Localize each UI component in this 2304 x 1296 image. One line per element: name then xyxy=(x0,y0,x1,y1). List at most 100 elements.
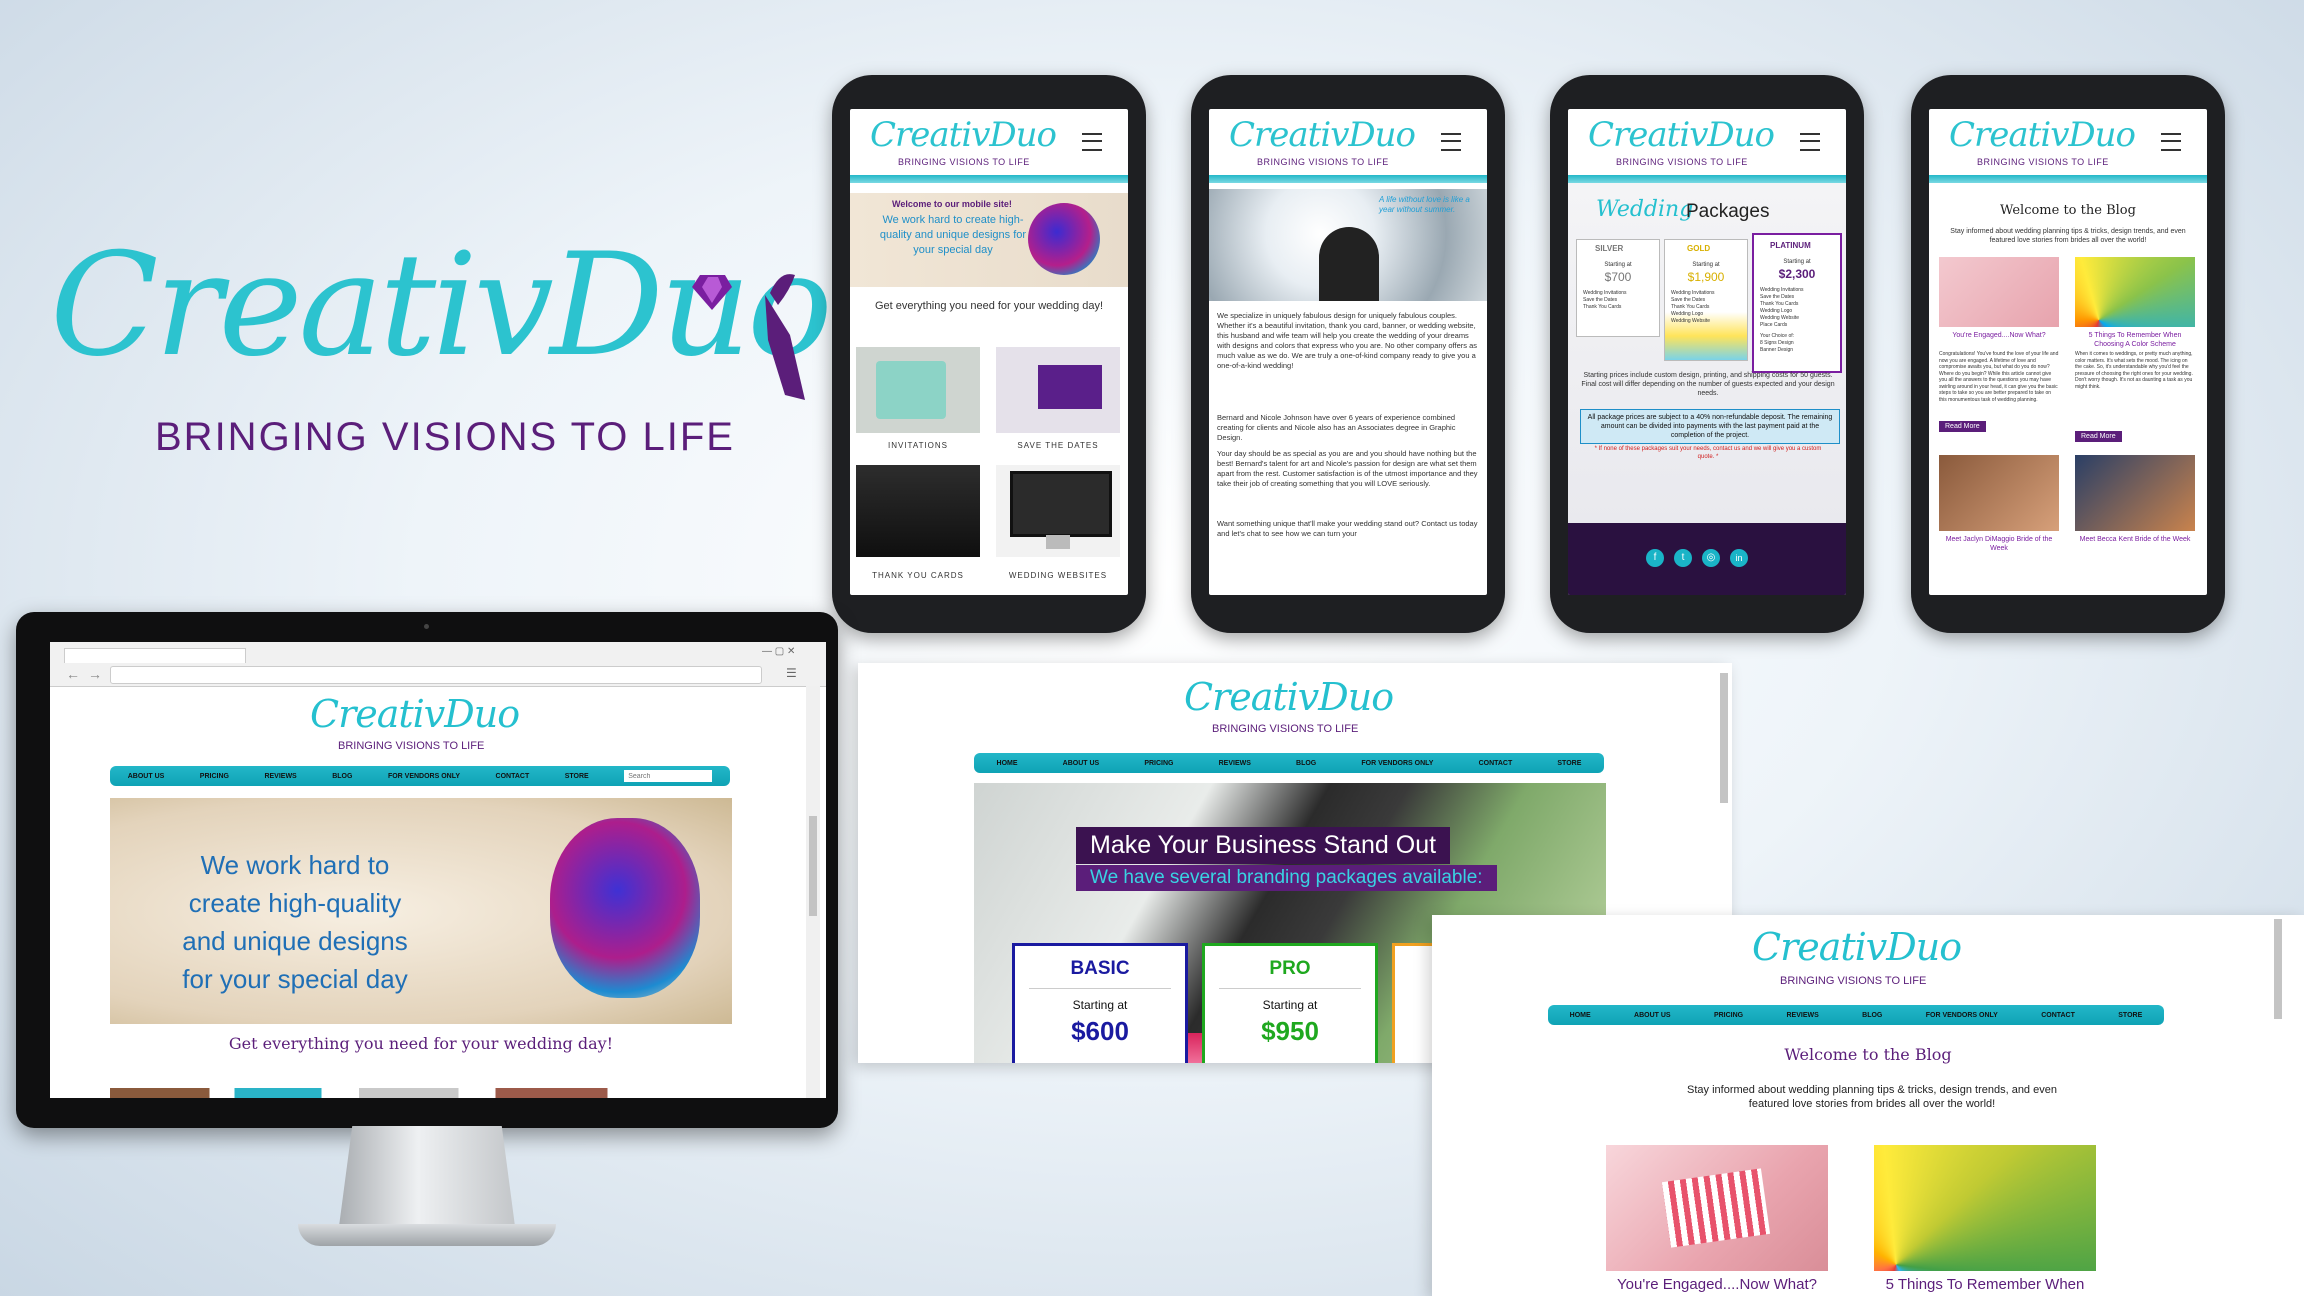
nav-item[interactable]: REVIEWS xyxy=(1219,760,1251,767)
tile-invitations[interactable] xyxy=(856,347,980,433)
phone-nav-bar xyxy=(1929,175,2207,183)
browser-chrome: ← → ☰ — ▢ ✕ xyxy=(50,642,826,687)
couple-photo: A life without love is like a year witho… xyxy=(1209,189,1487,301)
forward-arrow-icon[interactable]: → xyxy=(88,666,102,682)
phone-logo: CreativDuo xyxy=(1229,115,1416,155)
phone-tagline: BRINGING VISIONS TO LIFE xyxy=(898,157,1030,167)
scrollbar[interactable] xyxy=(806,686,820,1098)
brand-tagline: BRINGING VISIONS TO LIFE xyxy=(155,415,735,459)
tile-thank-you[interactable] xyxy=(856,465,980,557)
nav-item[interactable]: REVIEWS xyxy=(264,773,296,780)
monitor-stand xyxy=(338,1126,516,1234)
scrollbar[interactable] xyxy=(2274,919,2282,1019)
blog-post-image[interactable] xyxy=(1874,1145,2096,1271)
hero-welcome: Welcome to our mobile site! xyxy=(892,199,1012,209)
post-title[interactable]: Meet Jaclyn DiMaggio Bride of the Week xyxy=(1939,535,2059,553)
scrollbar[interactable] xyxy=(1720,673,1728,803)
hero-logo: CreativDuo BRINGING VISIONS TO LIFE xyxy=(50,235,833,475)
package-card-platinum[interactable]: PLATINUM Starting at $2,300 Wedding Invi… xyxy=(1752,233,1842,373)
post-excerpt: When it comes to weddings, or pretty muc… xyxy=(2075,351,2193,390)
phone-logo: CreativDuo xyxy=(1949,115,2136,155)
blog-post-image[interactable] xyxy=(1606,1145,1828,1271)
back-arrow-icon[interactable]: ← xyxy=(66,666,80,682)
nav-item[interactable]: CONTACT xyxy=(496,773,530,780)
blog-post-title[interactable]: 5 Things To Remember When xyxy=(1874,1276,2096,1293)
nav-item[interactable]: STORE xyxy=(565,773,589,780)
phone-home: CreativDuo BRINGING VISIONS TO LIFE Welc… xyxy=(832,75,1146,633)
post-title[interactable]: 5 Things To Remember When Choosing A Col… xyxy=(2075,331,2195,349)
phone-blog: CreativDuo BRINGING VISIONS TO LIFE Welc… xyxy=(1911,75,2225,633)
phone-nav-bar xyxy=(1568,175,1846,183)
nav-item[interactable]: PRICING xyxy=(1714,1012,1743,1019)
pricing-card-pro[interactable]: PRO Starting at $950 xyxy=(1202,943,1378,1063)
nav-item[interactable]: ABOUT US xyxy=(128,773,165,780)
hamburger-menu-icon[interactable] xyxy=(1082,133,1102,151)
bride-photo[interactable] xyxy=(2075,455,2195,531)
tile-websites[interactable] xyxy=(996,465,1120,557)
blog-nav: HOME ABOUT US PRICING REVIEWS BLOG FOR V… xyxy=(1548,1005,2164,1025)
read-more-button[interactable]: Read More xyxy=(2075,431,2122,442)
twitter-icon[interactable]: t xyxy=(1674,549,1692,567)
monitor-base xyxy=(298,1224,556,1246)
section-title: Get everything you need for your wedding… xyxy=(874,300,1104,312)
phone-nav-bar xyxy=(1209,175,1487,183)
post-title[interactable]: Meet Becca Kent Bride of the Week xyxy=(2075,535,2195,544)
nav-item[interactable]: ABOUT US xyxy=(1063,760,1100,767)
address-bar[interactable] xyxy=(110,666,762,684)
nav-item[interactable]: REVIEWS xyxy=(1786,1012,1818,1019)
nav-item[interactable]: PRICING xyxy=(200,773,229,780)
packages-section: Wedding Packages SILVER Starting at $700… xyxy=(1568,183,1846,523)
blog-page-intro: Stay informed about wedding planning tip… xyxy=(1687,1084,2057,1110)
nav-item[interactable]: ABOUT US xyxy=(1634,1012,1671,1019)
blog-title: Welcome to the Blog xyxy=(2000,203,2136,218)
search-input[interactable] xyxy=(624,770,713,782)
menu-icon[interactable]: ☰ xyxy=(786,666,797,680)
nav-item[interactable]: PRICING xyxy=(1144,760,1173,767)
nav-item[interactable]: CONTACT xyxy=(2041,1012,2075,1019)
instagram-icon[interactable]: ◎ xyxy=(1702,549,1720,567)
window-controls-icon[interactable]: — ▢ ✕ xyxy=(762,646,795,657)
packages-note: Starting prices include custom design, p… xyxy=(1581,372,1835,397)
post-title[interactable]: You're Engaged....Now What? xyxy=(1939,331,2059,340)
linkedin-icon[interactable]: in xyxy=(1730,549,1748,567)
tile-label: INVITATIONS xyxy=(887,441,949,450)
nav-item[interactable]: HOME xyxy=(1570,1012,1591,1019)
nav-item[interactable]: STORE xyxy=(2118,1012,2142,1019)
pricing-subline: We have several branding packages availa… xyxy=(1076,865,1497,891)
nav-item[interactable]: BLOG xyxy=(1862,1012,1882,1019)
blog-post-title[interactable]: You're Engaged....Now What? xyxy=(1606,1276,1828,1293)
pricing-logo: CreativDuo xyxy=(1184,675,1394,719)
nav-item[interactable]: FOR VENDORS ONLY xyxy=(1361,760,1433,767)
hamburger-menu-icon[interactable] xyxy=(2161,133,2181,151)
post-image[interactable] xyxy=(2075,257,2195,327)
nav-item[interactable]: CONTACT xyxy=(1479,760,1513,767)
pricing-card-basic[interactable]: BASIC Starting at $600 xyxy=(1012,943,1188,1063)
tile-label: SAVE THE DATES xyxy=(1017,441,1099,450)
desktop-tagline: BRINGING VISIONS TO LIFE xyxy=(338,740,485,752)
nav-item[interactable]: BLOG xyxy=(332,773,352,780)
nav-item[interactable]: STORE xyxy=(1557,760,1581,767)
desktop-tiles-strip xyxy=(110,1088,732,1098)
facebook-icon[interactable]: f xyxy=(1646,549,1664,567)
nav-item[interactable]: HOME xyxy=(997,760,1018,767)
rings-graphic xyxy=(550,818,700,998)
package-card-silver[interactable]: SILVER Starting at $700 Wedding Invitati… xyxy=(1576,239,1660,337)
pricing-nav: HOME ABOUT US PRICING REVIEWS BLOG FOR V… xyxy=(974,753,1604,773)
phone-logo: CreativDuo xyxy=(870,115,1057,155)
phone-tagline: BRINGING VISIONS TO LIFE xyxy=(1257,157,1389,167)
hamburger-menu-icon[interactable] xyxy=(1441,133,1461,151)
desktop-monitor: ← → ☰ — ▢ ✕ CreativDuo BRINGING VISIONS … xyxy=(16,612,838,1128)
package-card-gold[interactable]: GOLD Starting at $1,900 Wedding Invitati… xyxy=(1664,239,1748,361)
browser-tab[interactable] xyxy=(64,648,246,663)
deposit-notice: All package prices are subject to a 40% … xyxy=(1580,409,1840,444)
read-more-button[interactable]: Read More xyxy=(1939,421,1986,432)
post-image[interactable] xyxy=(1939,257,2059,327)
hamburger-menu-icon[interactable] xyxy=(1800,133,1820,151)
nav-item[interactable]: BLOG xyxy=(1296,760,1316,767)
nav-item[interactable]: FOR VENDORS ONLY xyxy=(388,773,460,780)
blog-page: CreativDuo BRINGING VISIONS TO LIFE HOME… xyxy=(1432,915,2304,1296)
pricing-headline: Make Your Business Stand Out xyxy=(1076,827,1451,864)
tile-save-dates[interactable] xyxy=(996,347,1120,433)
bride-photo[interactable] xyxy=(1939,455,2059,531)
nav-item[interactable]: FOR VENDORS ONLY xyxy=(1926,1012,1998,1019)
